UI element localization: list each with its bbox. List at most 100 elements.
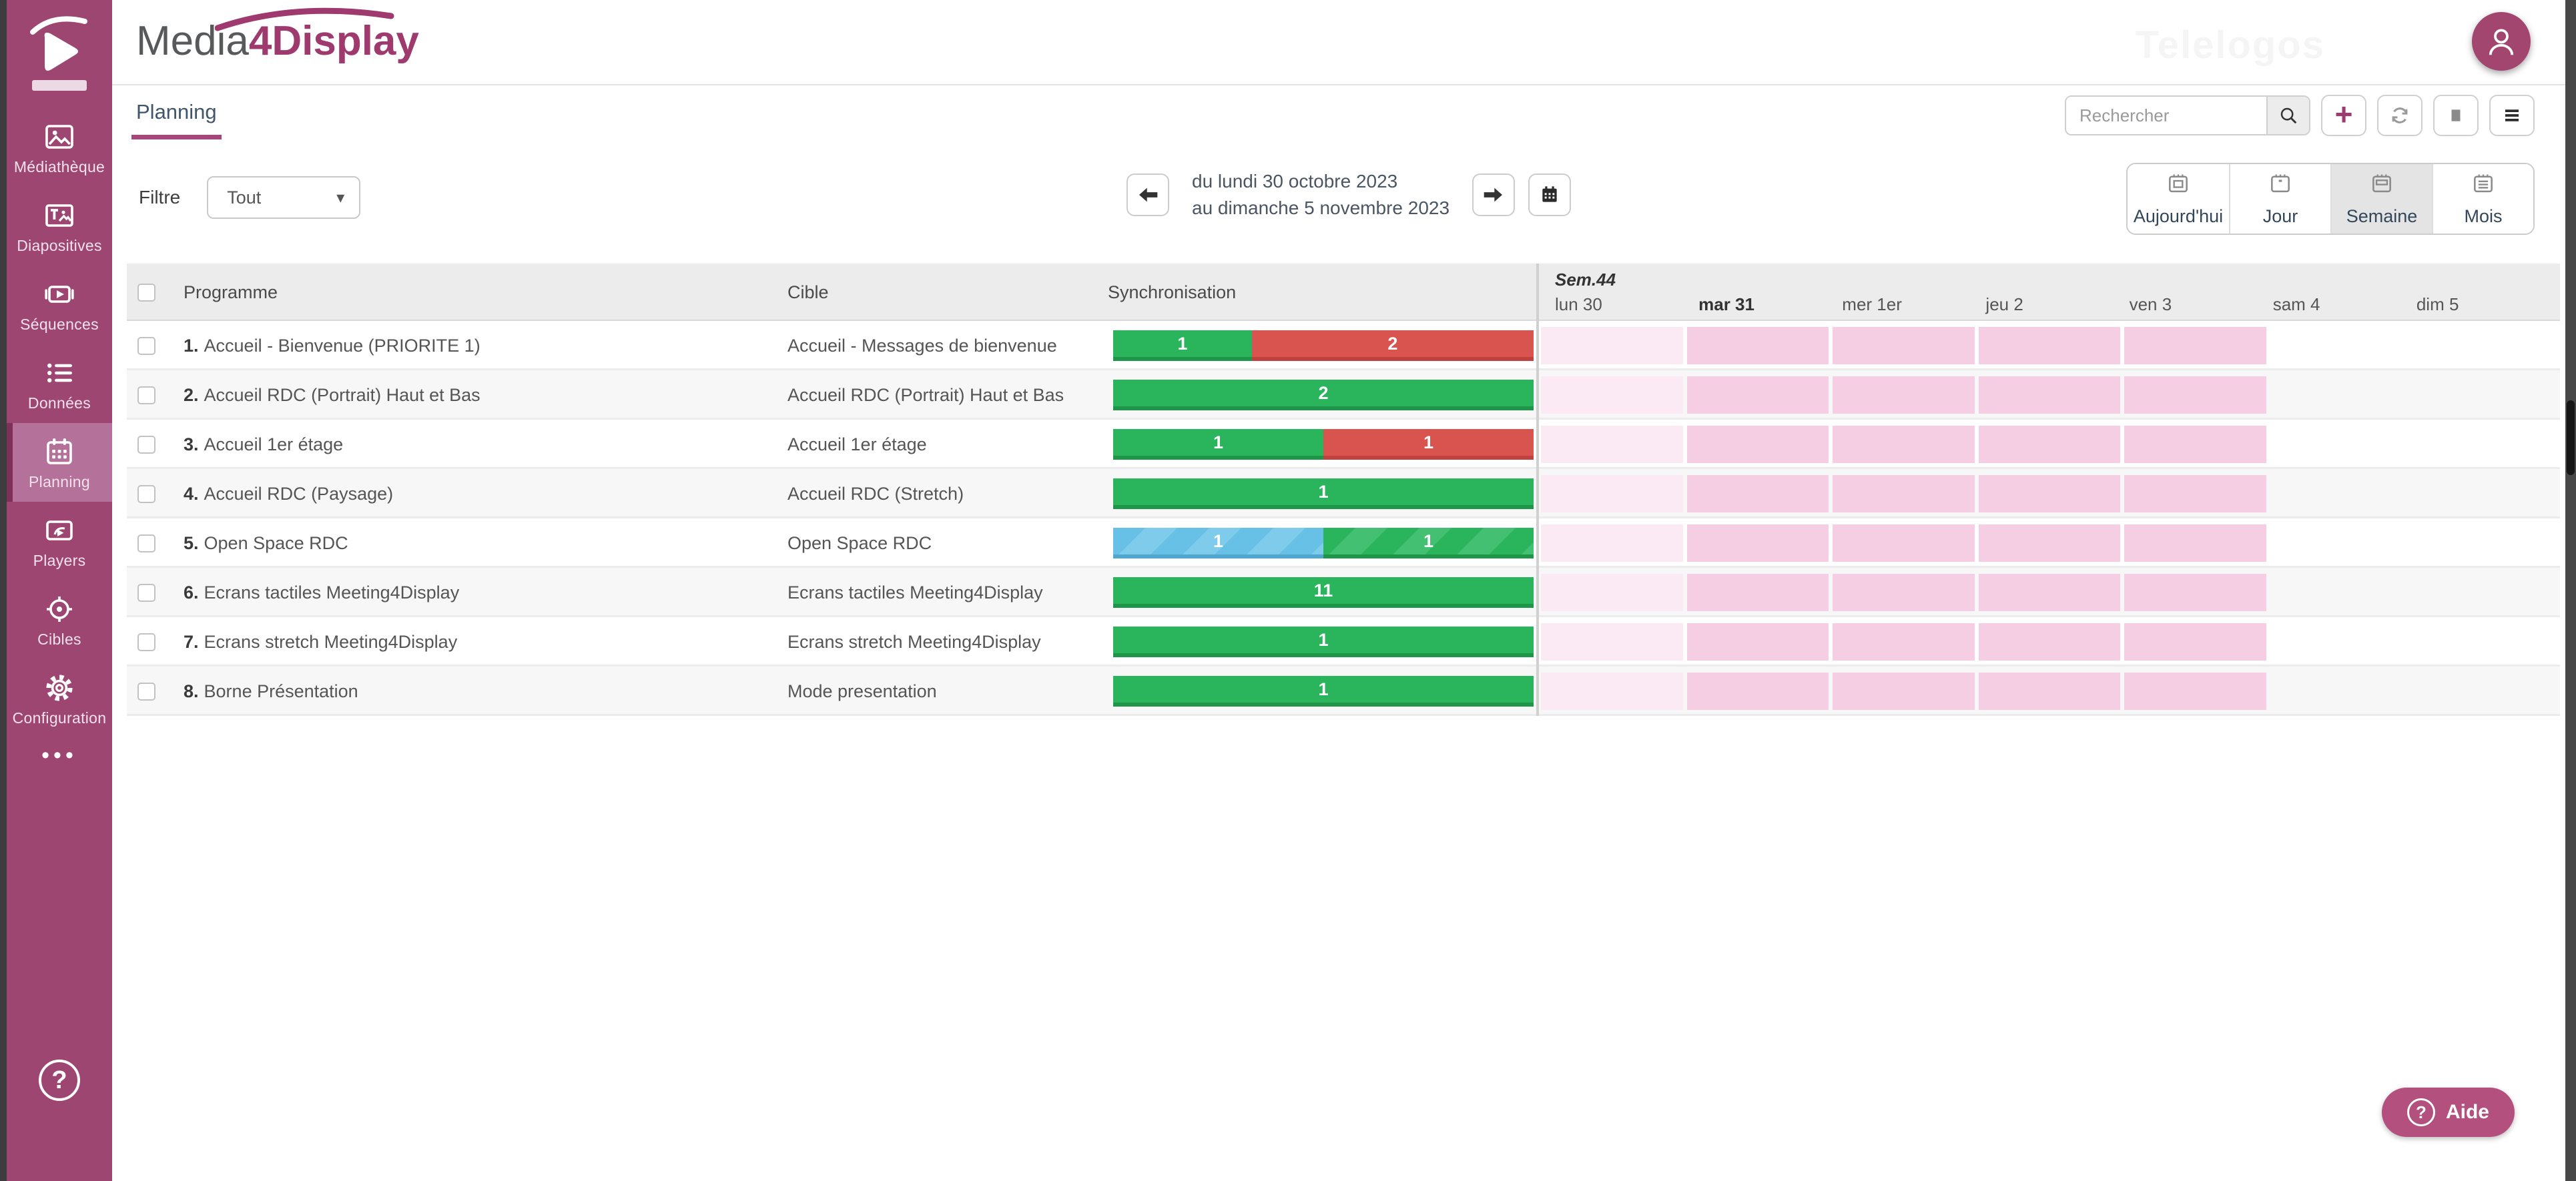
table-row[interactable]: 4. Accueil RDC (Paysage) Accueil RDC (Stre… [127, 469, 2560, 518]
sidebar-item-configuration[interactable]: Configuration [7, 659, 112, 738]
row-checkbox[interactable] [137, 583, 155, 602]
view-button-today[interactable]: Aujourd'hui [2128, 164, 2229, 234]
day-cell-scheduled[interactable] [2124, 426, 2266, 463]
day-cell-scheduled[interactable] [1978, 376, 2121, 414]
row-checkbox[interactable] [137, 435, 155, 454]
day-cell-scheduled[interactable] [1833, 376, 1975, 414]
sidebar-help-button[interactable]: ? [39, 1060, 80, 1101]
day-cell-scheduled[interactable] [1978, 574, 2121, 611]
sync-bar[interactable]: 1 [1113, 627, 1534, 657]
day-cell-empty[interactable] [2270, 524, 2412, 562]
scrollbar-thumb[interactable] [2567, 400, 2575, 475]
table-row[interactable]: 2. Accueil RDC (Portrait) Haut et Bas Accu… [127, 370, 2560, 420]
refresh-button[interactable] [2377, 95, 2423, 136]
day-cell-scheduled[interactable] [1686, 376, 1829, 414]
table-row[interactable]: 7. Ecrans stretch Meeting4Display Ecrans s… [127, 617, 2560, 667]
table-row[interactable]: 6. Ecrans tactiles Meeting4Display Ecrans … [127, 568, 2560, 617]
day-cell-empty[interactable] [2416, 475, 2558, 512]
search-button[interactable] [2266, 97, 2309, 134]
sync-bar[interactable]: 11 [1113, 429, 1534, 460]
day-cell-empty[interactable] [2416, 327, 2558, 364]
day-cell-scheduled[interactable] [1686, 475, 1829, 512]
day-cell-scheduled[interactable] [1541, 623, 1683, 661]
app-logo-icon[interactable] [27, 12, 91, 79]
sidebar-item-mediatheque[interactable]: Médiathèque [7, 108, 112, 187]
day-cell-scheduled[interactable] [1833, 426, 1975, 463]
day-cell-empty[interactable] [2270, 376, 2412, 414]
row-checkbox[interactable] [137, 336, 155, 355]
view-button-month[interactable]: Mois [2432, 164, 2533, 234]
day-cell-empty[interactable] [2416, 524, 2558, 562]
sync-bar[interactable]: 2 [1113, 380, 1534, 410]
day-cell-scheduled[interactable] [1541, 524, 1683, 562]
day-cell-scheduled[interactable] [1833, 475, 1975, 512]
stop-button[interactable] [2433, 95, 2479, 136]
day-cell-empty[interactable] [2270, 574, 2412, 611]
day-cell-scheduled[interactable] [1833, 574, 1975, 611]
sync-bar[interactable]: 11 [1113, 528, 1534, 558]
day-cell-scheduled[interactable] [1686, 327, 1829, 364]
table-row[interactable]: 5. Open Space RDC Open Space RDC 1 1 [127, 518, 2560, 568]
next-week-button[interactable] [1472, 173, 1516, 216]
row-checkbox[interactable] [137, 386, 155, 404]
col-synchronisation[interactable]: Synchronisation [1108, 282, 1536, 303]
day-cell-scheduled[interactable] [2124, 524, 2266, 562]
help-button[interactable]: ? Aide [2381, 1088, 2515, 1137]
row-checkbox[interactable] [137, 682, 155, 701]
row-checkbox[interactable] [137, 484, 155, 503]
day-cell-empty[interactable] [2416, 376, 2558, 414]
view-button-week[interactable]: Semaine [2330, 164, 2432, 234]
day-cell-scheduled[interactable] [2124, 327, 2266, 364]
day-cell-scheduled[interactable] [2124, 376, 2266, 414]
day-cell-scheduled[interactable] [2124, 475, 2266, 512]
sync-bar[interactable]: 1 [1113, 478, 1534, 509]
sidebar-item-players[interactable]: Players [7, 502, 112, 580]
tab-planning[interactable]: Planning [131, 100, 222, 139]
day-cell-scheduled[interactable] [2124, 623, 2266, 661]
day-cell-scheduled[interactable] [1978, 524, 2121, 562]
day-cell-scheduled[interactable] [1541, 376, 1683, 414]
sidebar-item-planning[interactable]: Planning [7, 423, 112, 502]
day-cell-scheduled[interactable] [1541, 426, 1683, 463]
prev-week-button[interactable] [1126, 173, 1169, 216]
day-cell-scheduled[interactable] [1541, 475, 1683, 512]
row-checkbox[interactable] [137, 534, 155, 552]
col-programme[interactable]: Programme [184, 282, 787, 303]
user-avatar[interactable] [2472, 12, 2531, 71]
day-cell-empty[interactable] [2416, 574, 2558, 611]
table-row[interactable]: 8. Borne Présentation Mode presentation 1 [127, 667, 2560, 716]
day-cell-empty[interactable] [2270, 673, 2412, 710]
day-cell-scheduled[interactable] [1686, 524, 1829, 562]
day-cell-empty[interactable] [2270, 426, 2412, 463]
date-picker-button[interactable] [1528, 173, 1572, 216]
sidebar-item-diapositives[interactable]: Diapositives [7, 187, 112, 266]
day-cell-scheduled[interactable] [1978, 426, 2121, 463]
col-cible[interactable]: Cible [787, 282, 1108, 303]
day-cell-scheduled[interactable] [1978, 475, 2121, 512]
search-input[interactable] [2066, 97, 2266, 134]
view-button-day[interactable]: Jour [2229, 164, 2330, 234]
day-cell-scheduled[interactable] [1686, 574, 1829, 611]
day-cell-empty[interactable] [2416, 623, 2558, 661]
sync-bar[interactable]: 1 [1113, 676, 1534, 707]
day-cell-scheduled[interactable] [1833, 524, 1975, 562]
day-cell-scheduled[interactable] [1541, 673, 1683, 710]
day-cell-empty[interactable] [2270, 475, 2412, 512]
day-cell-scheduled[interactable] [1686, 673, 1829, 710]
select-all-checkbox[interactable] [137, 283, 155, 302]
sidebar-item-donnees[interactable]: Données [7, 344, 112, 423]
filter-select[interactable]: Tout ▾ [207, 176, 361, 219]
day-cell-empty[interactable] [2416, 426, 2558, 463]
day-cell-empty[interactable] [2416, 673, 2558, 710]
day-cell-scheduled[interactable] [1541, 574, 1683, 611]
day-cell-scheduled[interactable] [1978, 327, 2121, 364]
sync-bar[interactable]: 12 [1113, 330, 1534, 361]
day-cell-scheduled[interactable] [1833, 673, 1975, 710]
sidebar-item-sequences[interactable]: Séquences [7, 266, 112, 344]
day-cell-scheduled[interactable] [1686, 623, 1829, 661]
day-cell-scheduled[interactable] [2124, 673, 2266, 710]
table-row[interactable]: 1. Accueil - Bienvenue (PRIORITE 1) Accuei… [127, 321, 2560, 370]
table-row[interactable]: 3. Accueil 1er étage Accueil 1er étage 1 1 [127, 420, 2560, 469]
day-cell-empty[interactable] [2270, 327, 2412, 364]
menu-button[interactable] [2489, 95, 2535, 136]
